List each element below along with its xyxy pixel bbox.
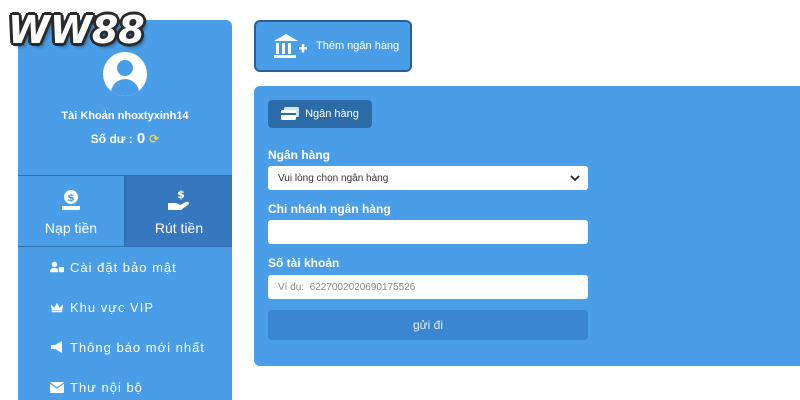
tab-bank-label: Ngân hàng [305, 108, 359, 120]
branch-field-label: Chi nhánh ngân hàng [268, 202, 391, 216]
tab-bank[interactable]: Ngân hàng [268, 100, 372, 128]
chevron-down-icon [570, 174, 580, 181]
menu-item-label: Thư nội bộ [70, 379, 143, 395]
menu-item-announcements[interactable]: Thông báo mới nhất [18, 327, 232, 367]
svg-text:$: $ [68, 193, 75, 204]
cards-icon [281, 107, 300, 120]
account-number-input[interactable] [268, 275, 588, 299]
envelope-icon [50, 381, 64, 393]
account-name: Tài Khoản nhoxtyxinh14 [61, 110, 189, 122]
bank-select[interactable]: Vui lòng chọn ngân hàng [268, 166, 588, 190]
menu-item-label: Cài đặt bảo mật [70, 259, 177, 275]
menu-item-security[interactable]: Cài đặt bảo mật [18, 247, 232, 287]
withdraw-label: Rút tiền [154, 220, 204, 236]
add-bank-label: Thêm ngân hàng [316, 40, 400, 52]
deposit-label: Nạp tiền [44, 220, 98, 236]
balance: Số dư : 0 ⟳ [18, 130, 232, 147]
svg-text:$: $ [177, 188, 185, 201]
add-bank-button[interactable]: Thêm ngân hàng [254, 20, 412, 72]
withdraw-button[interactable]: $ Rút tiền [124, 176, 232, 246]
sidebar: Tài Khoản nhoxtyxinh14 Số dư : 0 ⟳ $ Nạp… [18, 20, 232, 400]
menu-item-label: Thông báo mới nhất [70, 339, 205, 355]
balance-value: 0 [136, 130, 146, 147]
deposit-button[interactable]: $ Nạp tiền [18, 176, 124, 246]
menu-item-label: Khu vực VIP [70, 299, 155, 315]
bank-plus-icon [274, 34, 307, 58]
avatar-head [117, 60, 133, 76]
megaphone-icon [50, 341, 64, 353]
hand-dollar-icon: $ [168, 188, 189, 210]
bank-select-value: Vui lòng chọn ngân hàng [278, 172, 389, 184]
account-number-label: Số tài khoản [268, 256, 340, 270]
menu-item-inbox[interactable]: Thư nội bộ [18, 367, 232, 400]
crown-icon [50, 301, 64, 313]
avatar-body [111, 79, 139, 96]
branch-input[interactable] [268, 220, 588, 244]
refresh-icon[interactable]: ⟳ [149, 132, 159, 146]
avatar [103, 52, 147, 96]
bank-field-label: Ngân hàng [268, 148, 330, 162]
money-bag-icon: $ [62, 190, 80, 210]
submit-button[interactable]: gửi đi [268, 310, 588, 340]
user-lock-icon [50, 261, 64, 273]
wallet-actions: $ Nạp tiền $ Rút tiền [18, 175, 232, 247]
ww88-logo: WW88 [8, 8, 145, 52]
menu-item-vip[interactable]: Khu vực VIP [18, 287, 232, 327]
balance-label: Số dư : [90, 131, 133, 146]
bank-form-panel: Ngân hàng Ngân hàng Vui lòng chọn ngân h… [254, 86, 800, 366]
